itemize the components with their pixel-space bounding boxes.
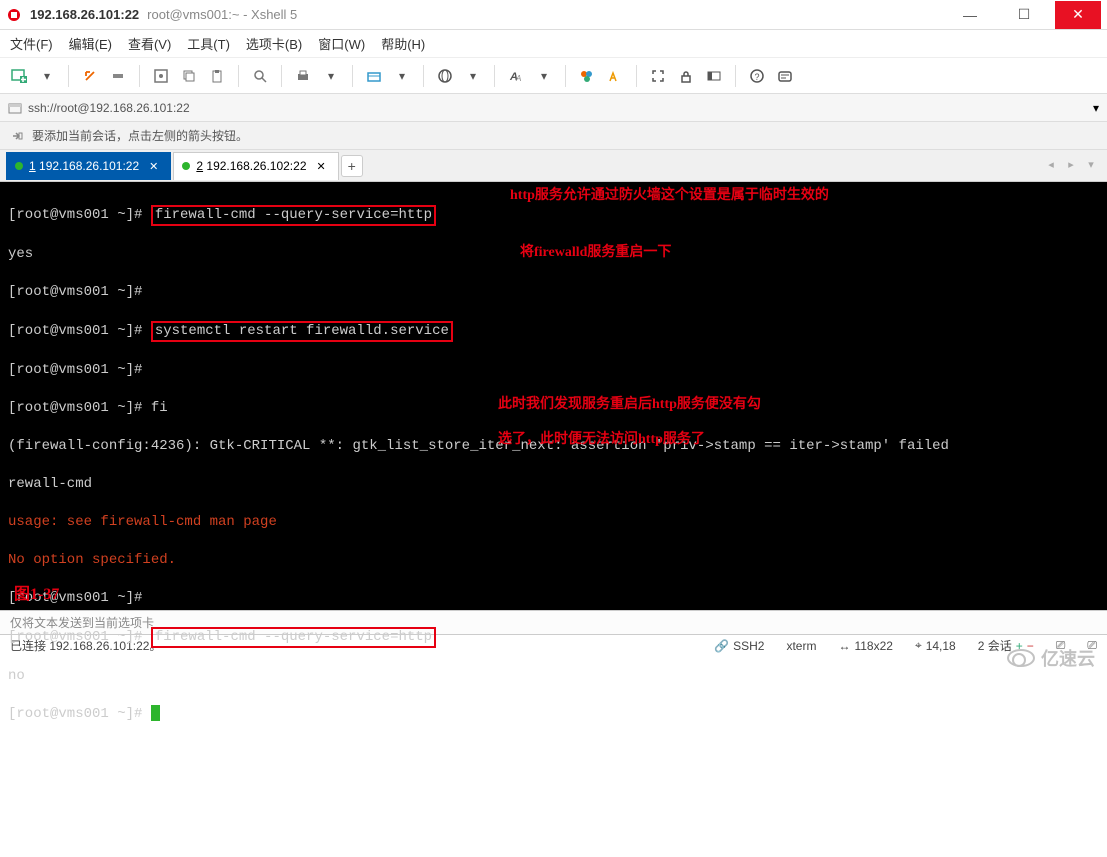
address-dropdown-icon[interactable]: ▾ <box>1093 101 1099 115</box>
status-dot-icon <box>15 162 23 170</box>
address-input[interactable]: ssh://root@192.168.26.101:22 <box>28 101 1087 115</box>
menu-tools[interactable]: 工具(T) <box>187 34 230 53</box>
highlighted-command: systemctl restart firewalld.service <box>151 321 453 342</box>
copy-icon[interactable] <box>178 65 200 87</box>
annotation: 选了，此时便无法访问http服务了 <box>498 430 705 449</box>
properties-icon[interactable] <box>150 65 172 87</box>
lock-icon[interactable] <box>675 65 697 87</box>
highlight-icon[interactable] <box>604 65 626 87</box>
terminal-error: usage: see firewall-cmd man page <box>8 513 1099 532</box>
paste-icon[interactable] <box>206 65 228 87</box>
address-sessions-icon[interactable] <box>8 101 22 115</box>
notice-text: 要添加当前会话，点击左侧的箭头按钮。 <box>32 127 248 144</box>
new-tab-button[interactable]: + <box>341 155 363 177</box>
new-session-icon[interactable] <box>8 65 30 87</box>
print-dropdown-icon[interactable]: ▾ <box>320 65 342 87</box>
session-tab-2[interactable]: 2 192.168.26.102:22 ✕ <box>173 152 338 180</box>
window-title: 192.168.26.101:22 <box>30 7 139 22</box>
menu-help[interactable]: 帮助(H) <box>381 34 425 53</box>
highlighted-command: firewall-cmd --query-service=http <box>151 627 436 648</box>
color-scheme-icon[interactable] <box>576 65 598 87</box>
compose-icon[interactable] <box>774 65 796 87</box>
search-icon[interactable] <box>249 65 271 87</box>
title-bar: 192.168.26.101:22 root@vms001:~ - Xshell… <box>0 0 1107 30</box>
menu-edit[interactable]: 编辑(E) <box>69 34 112 53</box>
tab-scroll-left-icon[interactable]: ◂ <box>1043 156 1059 172</box>
terminal-output: no <box>8 667 1099 686</box>
transparency-icon[interactable] <box>703 65 725 87</box>
menu-view[interactable]: 查看(V) <box>128 34 171 53</box>
terminal[interactable]: [root@vms001 ~]# firewall-cmd --query-se… <box>0 182 1107 610</box>
disconnect-icon[interactable] <box>107 65 129 87</box>
menu-window[interactable]: 窗口(W) <box>318 34 365 53</box>
figure-label: 图1-37 <box>14 585 59 604</box>
fullscreen-icon[interactable] <box>647 65 669 87</box>
font-icon[interactable]: AA <box>505 65 527 87</box>
menu-file[interactable]: 文件(F) <box>10 34 53 53</box>
cursor-icon <box>151 705 160 721</box>
tab-list-dropdown-icon[interactable]: ▾ <box>1083 156 1099 172</box>
help-icon[interactable]: ? <box>746 65 768 87</box>
highlighted-command: firewall-cmd --query-service=http <box>151 205 436 226</box>
tab-bar: 1 192.168.26.101:22 ✕ 2 192.168.26.102:2… <box>0 150 1107 182</box>
tab-scroll-right-icon[interactable]: ▸ <box>1063 156 1079 172</box>
annotation: 将firewalld服务重启一下 <box>520 243 671 262</box>
menu-tab[interactable]: 选项卡(B) <box>246 34 302 53</box>
watermark-logo-icon <box>1007 649 1035 667</box>
minimize-button[interactable]: — <box>947 1 993 29</box>
session-tab-1[interactable]: 1 192.168.26.101:22 ✕ <box>6 152 171 180</box>
maximize-button[interactable]: ☐ <box>1001 1 1047 29</box>
svg-text:?: ? <box>755 72 760 82</box>
watermark: 亿速云 <box>1007 645 1095 671</box>
status-dot-icon <box>182 162 190 170</box>
add-session-arrow-icon[interactable] <box>10 129 24 143</box>
tab-close-icon[interactable]: ✕ <box>149 160 158 173</box>
annotation: http服务允许通过防火墙这个设置是属于临时生效的 <box>510 186 829 205</box>
app-icon <box>6 7 22 23</box>
close-button[interactable]: ✕ <box>1055 1 1101 29</box>
reconnect-icon[interactable] <box>79 65 101 87</box>
window-subtitle: root@vms001:~ - Xshell 5 <box>147 7 297 22</box>
address-bar: ssh://root@192.168.26.101:22 ▾ <box>0 94 1107 122</box>
notice-bar: 要添加当前会话，点击左侧的箭头按钮。 <box>0 122 1107 150</box>
toolbar: ▾ ▾ ▾ ▾ AA ▾ ? <box>0 58 1107 94</box>
xftp-dropdown-icon[interactable]: ▾ <box>391 65 413 87</box>
globe-dropdown-icon[interactable]: ▾ <box>462 65 484 87</box>
menu-bar: 文件(F) 编辑(E) 查看(V) 工具(T) 选项卡(B) 窗口(W) 帮助(… <box>0 30 1107 58</box>
xftp-icon[interactable] <box>363 65 385 87</box>
svg-text:A: A <box>515 74 521 83</box>
font-dropdown-icon[interactable]: ▾ <box>533 65 555 87</box>
terminal-output: rewall-cmd <box>8 475 1099 494</box>
print-icon[interactable] <box>292 65 314 87</box>
annotation: 此时我们发现服务重启后http服务便没有勾 <box>498 395 761 414</box>
globe-icon[interactable] <box>434 65 456 87</box>
terminal-error: No option specified. <box>8 551 1099 570</box>
open-session-dropdown-icon[interactable]: ▾ <box>36 65 58 87</box>
tab-close-icon[interactable]: ✕ <box>317 160 326 173</box>
